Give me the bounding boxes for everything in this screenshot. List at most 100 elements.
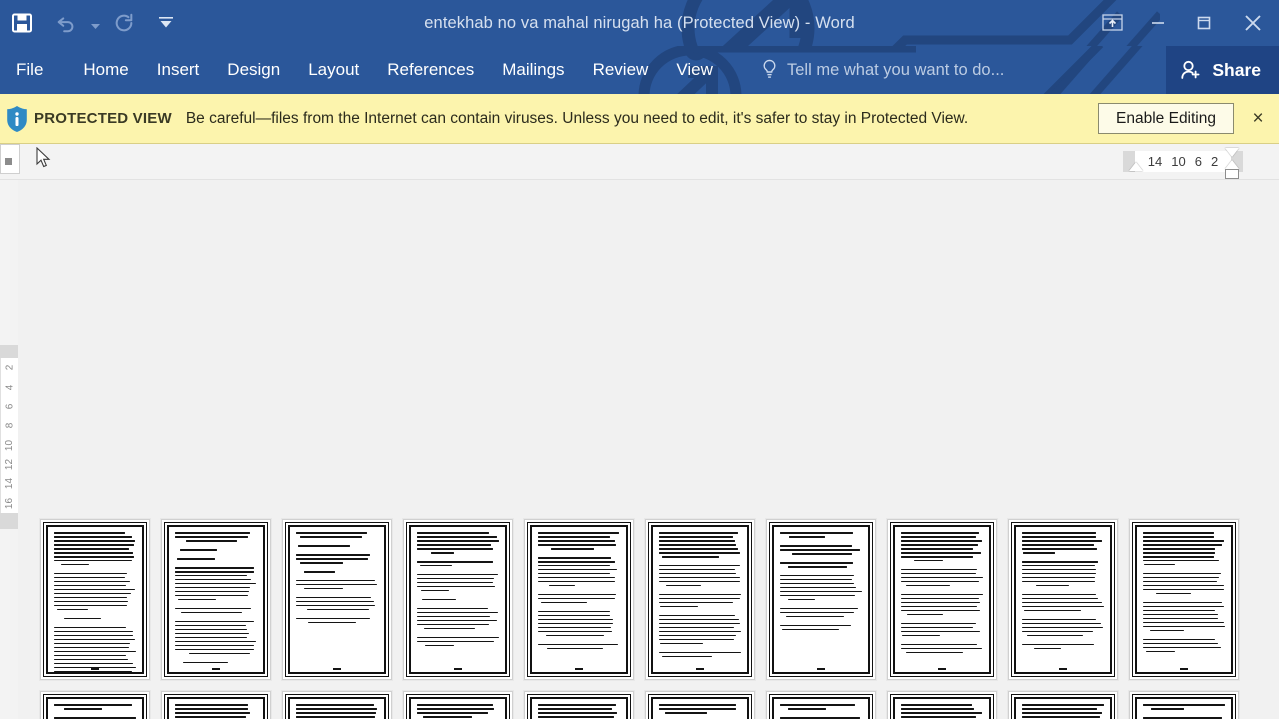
page-content — [1011, 694, 1115, 719]
share-label: Share — [1212, 59, 1261, 80]
page-thumbnail[interactable] — [1129, 691, 1239, 719]
vertical-ruler-cap-bottom — [0, 513, 18, 529]
minimize-icon[interactable] — [1135, 0, 1181, 46]
page-content — [1011, 522, 1115, 677]
page-number-mark — [411, 668, 505, 670]
right-indent-marker[interactable] — [1225, 169, 1239, 179]
protected-view-badge: PROTECTED VIEW — [34, 110, 172, 127]
window-title: entekhab no va mahal nirugah ha (Protect… — [424, 14, 855, 32]
ruler-tick-6: 6 — [1194, 154, 1202, 169]
page-thumbnail[interactable] — [766, 519, 876, 680]
vruler-tick-4: 4 — [4, 384, 15, 390]
horizontal-ruler-ticks: 14 10 6 2 — [1135, 151, 1231, 172]
tab-file[interactable]: File — [0, 46, 69, 94]
page-content — [769, 522, 873, 677]
restore-icon[interactable] — [1181, 0, 1227, 46]
share-button[interactable]: Share — [1166, 46, 1279, 94]
page-thumbnail[interactable] — [40, 519, 150, 680]
page-number-mark — [1137, 668, 1231, 670]
tab-references[interactable]: References — [373, 46, 488, 94]
page-content — [164, 522, 268, 677]
page-thumbnail[interactable] — [40, 691, 150, 719]
horizontal-ruler-strip: 14 10 6 2 — [0, 144, 1279, 180]
info-shield-icon — [0, 105, 34, 133]
tab-mailings[interactable]: Mailings — [488, 46, 578, 94]
vertical-ruler-ticks: 2 4 6 8 10 12 14 16 — [0, 358, 18, 513]
page-thumbnail[interactable] — [282, 691, 392, 719]
protected-view-message: Be careful—files from the Internet can c… — [185, 110, 969, 127]
ruler-tick-10: 10 — [1171, 154, 1186, 169]
page-content — [285, 522, 389, 677]
ribbon-tabs: File Home Insert Design Layout Reference… — [0, 46, 727, 94]
page-content — [648, 522, 752, 677]
protected-view-bar: PROTECTED VIEW Be careful—files from the… — [0, 94, 1279, 144]
ribbon-display-options-icon[interactable] — [1089, 0, 1135, 46]
page-thumbnail-grid — [40, 519, 1255, 719]
page-content — [406, 694, 510, 719]
page-number-mark — [532, 668, 626, 670]
page-thumbnail[interactable] — [1008, 519, 1118, 680]
page-content — [1132, 522, 1236, 677]
ruler-tick-2: 2 — [1210, 154, 1219, 169]
page-content — [406, 522, 510, 677]
left-indent-marker[interactable] — [1129, 162, 1143, 171]
tab-insert[interactable]: Insert — [143, 46, 214, 94]
title-bar: entekhab no va mahal nirugah ha (Protect… — [0, 0, 1279, 46]
page-thumbnail[interactable] — [645, 519, 755, 680]
ruler-corner-box[interactable] — [0, 144, 20, 174]
page-number-mark — [48, 668, 142, 670]
page-content — [164, 694, 268, 719]
page-thumbnail[interactable] — [403, 519, 513, 680]
tab-design[interactable]: Design — [213, 46, 294, 94]
page-number-mark — [895, 668, 989, 670]
vruler-tick-10: 10 — [4, 439, 15, 451]
tell-me-search[interactable]: Tell me what you want to do... — [762, 46, 1004, 94]
page-number-mark — [290, 668, 384, 670]
page-content — [769, 694, 873, 719]
tab-view[interactable]: View — [662, 46, 727, 94]
page-content — [527, 694, 631, 719]
page-content — [648, 694, 752, 719]
page-thumbnail[interactable] — [161, 519, 271, 680]
page-number-mark — [774, 668, 868, 670]
page-thumbnail[interactable] — [1008, 691, 1118, 719]
tab-review[interactable]: Review — [579, 46, 663, 94]
page-thumbnail[interactable] — [645, 691, 755, 719]
vruler-tick-14: 14 — [4, 478, 15, 490]
page-number-mark — [169, 668, 263, 670]
tab-home[interactable]: Home — [69, 46, 142, 94]
page-content — [890, 522, 994, 677]
page-content — [527, 522, 631, 677]
page-thumbnail[interactable] — [1129, 519, 1239, 680]
document-workspace[interactable]: 2 4 6 8 10 12 14 16 — [0, 180, 1279, 719]
mouse-cursor — [36, 147, 51, 168]
page-content — [43, 522, 147, 677]
enable-editing-button[interactable]: Enable Editing — [1098, 103, 1234, 134]
vruler-tick-16: 16 — [4, 497, 15, 509]
page-thumbnail[interactable] — [887, 691, 997, 719]
close-icon[interactable] — [1227, 0, 1279, 46]
window-controls — [1089, 0, 1279, 46]
hanging-indent-marker[interactable] — [1225, 160, 1239, 169]
tell-me-placeholder: Tell me what you want to do... — [787, 60, 1005, 79]
page-number-mark — [1016, 668, 1110, 670]
page-content — [890, 694, 994, 719]
first-line-indent-marker[interactable] — [1225, 148, 1239, 157]
vruler-tick-8: 8 — [4, 423, 15, 429]
vruler-tick-2: 2 — [4, 364, 15, 371]
page-thumbnail[interactable] — [766, 691, 876, 719]
page-thumbnail[interactable] — [403, 691, 513, 719]
lightbulb-icon — [762, 59, 778, 81]
tab-layout[interactable]: Layout — [294, 46, 373, 94]
close-icon[interactable]: × — [1247, 108, 1269, 130]
page-thumbnail[interactable] — [161, 691, 271, 719]
vertical-ruler[interactable]: 2 4 6 8 10 12 14 16 — [0, 180, 18, 719]
page-thumbnail[interactable] — [887, 519, 997, 680]
page-content — [43, 694, 147, 719]
page-thumbnail[interactable] — [524, 691, 634, 719]
ruler-tick-14: 14 — [1147, 154, 1163, 169]
page-number-mark — [653, 668, 747, 670]
page-thumbnail[interactable] — [524, 519, 634, 680]
page-thumbnail[interactable] — [282, 519, 392, 680]
page-content — [1132, 694, 1236, 719]
